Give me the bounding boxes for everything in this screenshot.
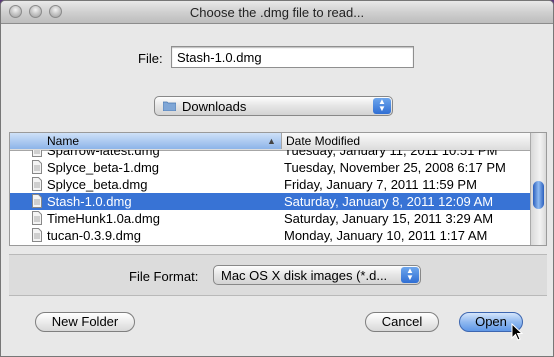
- scrollbar-thumb[interactable]: [533, 181, 544, 209]
- mouse-pointer-icon: [511, 323, 523, 341]
- title-bar[interactable]: Choose the .dmg file to read...: [1, 1, 553, 24]
- new-folder-button[interactable]: New Folder: [35, 312, 135, 332]
- file-date: Monday, January 10, 2011 1:17 AM: [284, 228, 488, 243]
- dmg-file-icon: [32, 160, 42, 174]
- list-header: Name ▲ Date Modified: [10, 133, 546, 151]
- file-name-row: File: Stash-1.0.dmg: [1, 45, 553, 71]
- dmg-file-icon: [32, 150, 42, 157]
- file-format-selected: Mac OS X disk images (*.d...: [221, 268, 388, 283]
- location-popup[interactable]: Downloads ▲ ▼: [154, 96, 393, 116]
- popup-arrows-icon: ▲ ▼: [401, 267, 419, 283]
- list-item[interactable]: Splyce_beta-1.dmg Tuesday, November 25, …: [10, 159, 531, 176]
- window-title: Choose the .dmg file to read...: [189, 5, 365, 20]
- open-dialog-window: Choose the .dmg file to read... File: St…: [0, 0, 554, 357]
- list-item[interactable]: Splyce_beta.dmg Friday, January 7, 2011 …: [10, 176, 531, 193]
- file-name-input[interactable]: Stash-1.0.dmg: [171, 46, 414, 68]
- file-rows: Sparrow-latest.dmg Tuesday, January 11, …: [10, 150, 531, 245]
- folder-icon: [163, 101, 176, 111]
- column-header-name[interactable]: Name ▲: [10, 133, 282, 149]
- file-label: File:: [138, 51, 163, 66]
- file-name: tucan-0.3.9.dmg: [47, 228, 141, 243]
- location-selected: Downloads: [182, 99, 247, 114]
- file-date: Saturday, January 15, 2011 3:29 AM: [284, 211, 494, 226]
- sort-ascending-icon: ▲: [267, 136, 276, 146]
- dmg-file-icon: [32, 228, 42, 242]
- file-format-bar: File Format: Mac OS X disk images (*.d..…: [9, 254, 547, 296]
- dmg-file-icon: [32, 211, 42, 225]
- file-name: Sparrow-latest.dmg: [47, 150, 160, 158]
- file-format-popup[interactable]: Mac OS X disk images (*.d... ▲ ▼: [213, 265, 421, 285]
- list-item[interactable]: Sparrow-latest.dmg Tuesday, January 11, …: [10, 150, 531, 159]
- vertical-scrollbar[interactable]: [530, 133, 546, 245]
- column-header-date[interactable]: Date Modified: [286, 134, 360, 148]
- file-date: Tuesday, January 11, 2011 10:51 PM: [284, 150, 498, 158]
- file-name: Splyce_beta.dmg: [47, 177, 148, 192]
- file-browser-list[interactable]: Name ▲ Date Modified Sparrow-latest.dmg …: [9, 132, 547, 246]
- file-name: TimeHunk1.0a.dmg: [47, 211, 160, 226]
- list-item[interactable]: TimeHunk1.0a.dmg Saturday, January 15, 2…: [10, 210, 531, 227]
- list-item[interactable]: tucan-0.3.9.dmg Monday, January 10, 2011…: [10, 227, 531, 244]
- dmg-file-icon: [32, 194, 42, 208]
- file-date: Friday, January 7, 2011 11:59 PM: [284, 177, 477, 192]
- list-item-selected[interactable]: Stash-1.0.dmg Saturday, January 8, 2011 …: [10, 193, 531, 210]
- popup-arrows-icon: ▲ ▼: [373, 98, 391, 114]
- file-date: Tuesday, November 25, 2008 6:17 PM: [284, 160, 506, 175]
- cancel-button[interactable]: Cancel: [365, 312, 439, 332]
- file-format-label: File Format:: [129, 269, 199, 284]
- file-name: Stash-1.0.dmg: [47, 194, 132, 209]
- file-name: Splyce_beta-1.dmg: [47, 160, 160, 175]
- file-date: Saturday, January 8, 2011 12:09 AM: [284, 194, 494, 209]
- dmg-file-icon: [32, 177, 42, 191]
